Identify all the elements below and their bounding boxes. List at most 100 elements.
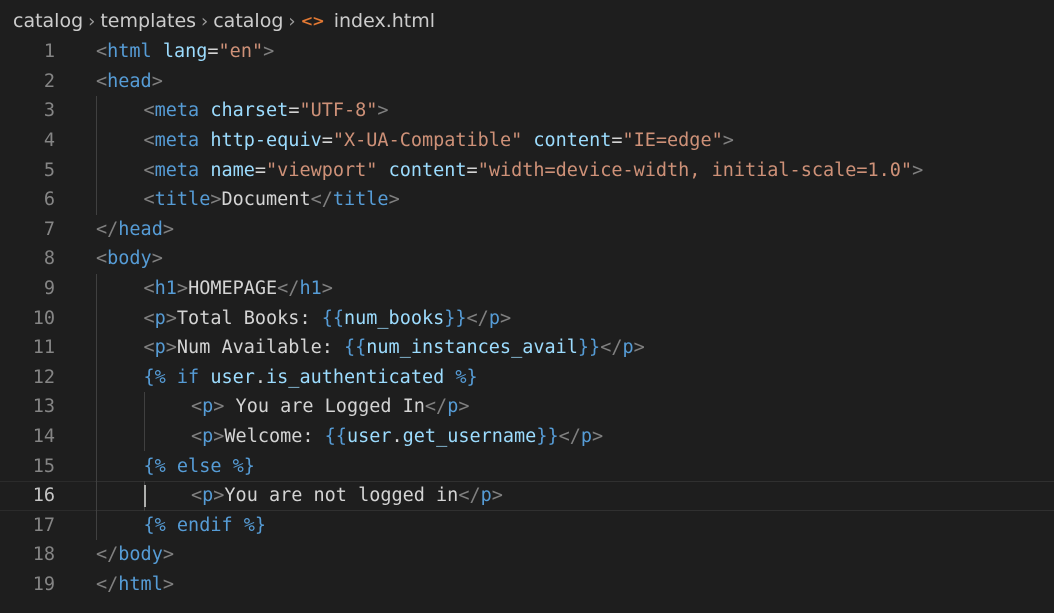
indent-guide [96,392,97,422]
line-number: 5 [43,159,55,181]
code-token: </ [96,573,119,595]
code-token: > [458,396,470,418]
code-token: h1 [299,278,322,300]
code-token: < [143,278,155,300]
code-editor-window: catalog › templates › catalog › <> index… [0,0,1054,613]
code-token: Welcome: [224,426,325,448]
code-line[interactable]: 7 </head> [0,215,1054,245]
code-token: > [176,278,189,300]
code-line[interactable]: 14 <p>Welcome: {{user.get_username}}</p> [0,421,1054,452]
code-token: p [202,485,214,507]
code-token: is_authenticated [266,366,445,388]
breadcrumb-item-catalog-sub[interactable]: catalog [213,10,283,32]
code-token: meta [154,130,200,152]
code-token: %} [444,366,478,388]
code-line[interactable]: 19 </html> [0,570,1054,600]
code-token: </ [466,307,489,329]
code-token: {% endif %} [143,514,267,536]
code-text: <html lang="en"> [96,41,274,62]
code-token: > [633,337,645,359]
code-token: p [154,307,166,329]
code-token: > [162,573,174,595]
indent-guide [96,510,97,541]
code-token: = [611,130,623,152]
code-line[interactable]: 10 <p>Total Books: {{num_books}}</p> [0,303,1054,333]
line-number: 1 [43,41,55,63]
breadcrumb: catalog › templates › catalog › <> index… [13,8,435,34]
indent-guide [96,303,97,333]
indent-guide [96,184,97,215]
code-token: > [499,307,512,329]
code-token: < [143,307,155,329]
code-token: "en" [218,41,264,63]
breadcrumb-item-catalog[interactable]: catalog [13,10,83,32]
code-token: title [332,189,389,211]
code-text: <title>Document</title> [144,189,400,210]
code-line[interactable]: 11 <p>Num Available: {{num_instances_avai… [0,332,1054,363]
code-line[interactable]: 3 <meta charset="UTF-8"> [0,96,1054,126]
code-token: }} [577,337,601,359]
code-token: > [162,218,174,240]
code-text: <p>Total Books: {{num_books}}</p> [144,308,512,329]
code-line[interactable]: 16 <p>You are not logged in</p> [0,480,1054,511]
code-token: html [107,41,152,63]
code-token: {% else %} [143,455,255,477]
code-token: > [165,307,177,329]
line-number: 18 [32,544,55,566]
code-token: > [213,426,225,448]
line-number: 14 [32,426,55,448]
line-number: 6 [43,189,55,211]
indent-guide [96,480,97,511]
code-token: = [207,41,219,63]
chevron-right-icon: › [201,10,209,32]
code-token: content [533,130,612,152]
code-line[interactable]: 18 </body> [0,540,1054,570]
code-token: < [191,396,203,418]
code-text: <body> [96,248,163,269]
breadcrumb-item-file[interactable]: index.html [334,10,435,32]
code-token: p [154,337,166,359]
code-token: </ [277,278,300,300]
code-token: > [210,189,222,211]
code-token: < [143,337,155,359]
code-token: > [151,248,163,270]
indent-guide [96,96,97,126]
code-line[interactable]: 12 {% if user.is_authenticated %} [0,362,1054,393]
code-token: body [107,248,152,270]
code-line[interactable]: 5 <meta name="viewport" content="width=de… [0,155,1054,185]
code-line[interactable]: 13 <p> You are Logged In</p> [0,392,1054,422]
code-token: = [321,130,333,152]
code-text: <p>You are not logged in</p> [191,485,503,506]
code-line[interactable]: 9 <h1>HOMEPAGE</h1> [0,273,1054,304]
code-token: head [118,218,163,240]
code-token: </ [96,544,119,566]
code-line[interactable]: 15 {% else %} [0,451,1054,481]
code-token: > [162,544,174,566]
code-token: > [213,485,225,507]
code-token: "width=device-width, initial-scale=1.0" [477,159,913,181]
code-line[interactable]: 2 <head> [0,67,1054,97]
indent-guide [96,155,97,185]
code-token: p [480,485,492,507]
code-token: > [213,396,225,418]
code-line[interactable]: 8 <body> [0,244,1054,274]
code-token: Total Books: [176,307,322,329]
code-editor[interactable]: 1 <html lang="en"> 2 <head> 3 <meta charset="… [0,37,1054,599]
code-token: }} [536,426,559,448]
code-text: <p> You are Logged In</p> [191,396,469,417]
code-token: = [288,100,300,122]
code-token: </ [458,485,481,507]
code-token: title [154,189,211,211]
code-text: <meta name="viewport" content="width=dev… [144,160,924,181]
line-number: 11 [32,337,55,359]
code-token: head [107,70,152,92]
code-line[interactable]: 17 {% endif %} [0,510,1054,541]
code-token: > [491,485,503,507]
breadcrumb-item-templates[interactable]: templates [100,10,196,32]
code-line[interactable]: 4 <meta http-equiv="X-UA-Compatible" cont… [0,125,1054,156]
code-line[interactable]: 6 <title>Document</title> [0,184,1054,215]
code-token: "UTF-8" [299,100,378,122]
code-token: p [488,307,500,329]
code-line[interactable]: 1 <html lang="en"> [0,37,1054,67]
